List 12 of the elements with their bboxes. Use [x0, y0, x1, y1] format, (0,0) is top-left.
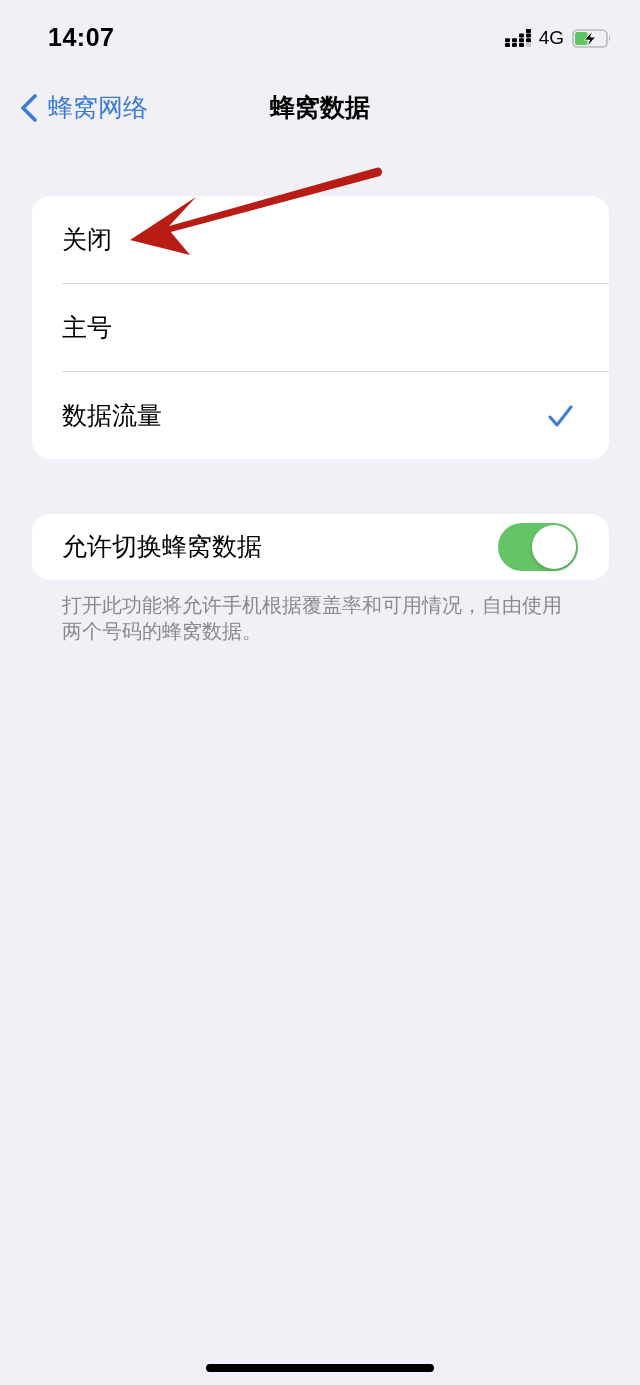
option-row[interactable]: 关闭: [62, 196, 609, 283]
option-row[interactable]: 数据流量: [62, 372, 609, 459]
switch-label: 允许切换蜂窝数据: [62, 531, 262, 563]
toggle-switch[interactable]: [498, 523, 578, 571]
network-label: 4G: [538, 25, 564, 50]
page-title: 蜂窝数据: [270, 92, 370, 124]
back-button[interactable]: 蜂窝网络: [20, 89, 148, 127]
status-time: 14:07: [48, 22, 115, 54]
option-row[interactable]: 主号: [62, 284, 609, 371]
signal-icon: [504, 29, 531, 47]
chevron-left-icon: [20, 94, 38, 122]
footer-note: 打开此功能将允许手机根据覆盖率和可用情况，自由使用两个号码的蜂窝数据。: [62, 593, 563, 644]
